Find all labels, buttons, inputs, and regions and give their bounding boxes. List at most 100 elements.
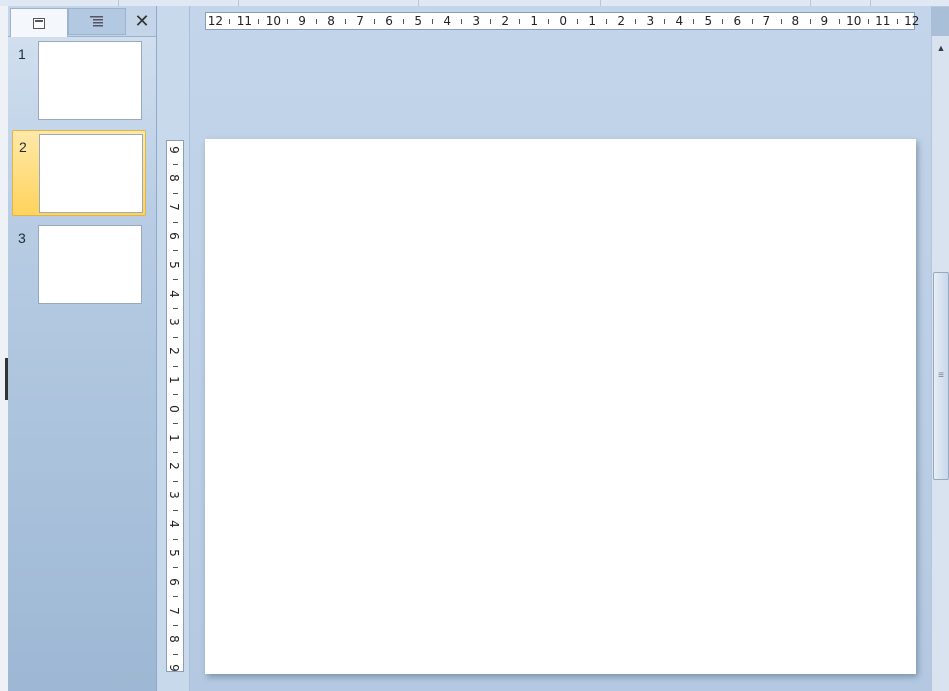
ruler-tick <box>577 19 579 24</box>
ruler-tick <box>173 336 178 338</box>
scroll-up-button[interactable]: ▲ <box>932 40 949 56</box>
ruler-label: 6 <box>385 14 393 28</box>
ruler-label: 11 <box>236 14 252 28</box>
ruler-tick <box>229 19 231 24</box>
ruler-label: 8 <box>166 174 181 183</box>
ruler-label: 8 <box>166 635 181 644</box>
ruler-tick <box>809 19 811 24</box>
ruler-tick <box>173 221 178 223</box>
scrollbar-thumb[interactable]: ≡ <box>933 272 949 480</box>
ruler-label: 3 <box>646 14 655 28</box>
pane-tab-bar: ✕ <box>8 6 156 37</box>
ruler-tick <box>173 279 178 281</box>
ruler-label: 2 <box>166 462 181 471</box>
ruler-label: 7 <box>166 203 181 212</box>
slide-number: 2 <box>19 139 27 155</box>
ruler-label: 5 <box>166 261 181 269</box>
ruler-tick <box>432 19 434 24</box>
ruler-tick <box>173 192 178 194</box>
ruler-label: 8 <box>791 14 800 28</box>
ruler-tick <box>173 308 178 310</box>
ruler-label: 0 <box>559 14 568 28</box>
ruler-tick <box>635 19 637 24</box>
ruler-tick <box>173 596 178 598</box>
ruler-label: 9 <box>298 14 306 28</box>
ruler-tick <box>490 19 492 24</box>
ruler-tick <box>693 19 695 24</box>
slide-thumbnail-3[interactable]: 3 <box>12 222 146 308</box>
triangle-up-icon: ▲ <box>936 43 946 53</box>
ruler-tick <box>548 19 550 24</box>
close-icon: ✕ <box>134 11 150 31</box>
slide-canvas[interactable] <box>205 139 916 674</box>
ruler-tick <box>173 624 178 626</box>
left-window-edge <box>0 6 8 691</box>
ruler-label: 9 <box>166 664 181 672</box>
ruler-label: 7 <box>762 14 771 28</box>
ruler-label: 4 <box>166 520 181 528</box>
ruler-tick <box>287 19 289 24</box>
ruler-label: 10 <box>265 14 282 28</box>
ruler-label: 1 <box>588 14 597 28</box>
ruler-label: 5 <box>414 14 422 28</box>
ruler-tick <box>722 19 724 24</box>
slide-editing-area: 12 11 10 9 8 7 6 5 4 3 2 1 0 1 2 3 4 5 6 7 8 9 10 11 12 98765432… <box>157 6 931 691</box>
slide-preview <box>38 225 142 304</box>
vertical-ruler[interactable]: 9 8 7 6 5 4 3 2 1 0 1 2 3 4 5 6 7 8 9 <box>166 140 184 672</box>
ruler-tick <box>173 365 178 367</box>
ruler-tick <box>780 19 782 24</box>
ruler-label: 9 <box>166 145 181 154</box>
ruler-label: 6 <box>166 577 181 586</box>
ruler-label: 0 <box>166 405 181 413</box>
slide-thumbnail-1[interactable]: 1 <box>12 38 146 124</box>
slide-preview <box>39 134 143 213</box>
ruler-tick <box>173 509 178 511</box>
slide-thumbnail-2[interactable]: 2 <box>12 130 146 216</box>
ruler-tick <box>519 19 521 24</box>
ruler-tick <box>173 394 178 396</box>
ruler-label: 11 <box>875 14 891 28</box>
ruler-tick <box>403 19 405 24</box>
tab-slides[interactable] <box>10 8 68 37</box>
tab-outline[interactable] <box>68 8 126 35</box>
ruler-tick <box>173 164 178 166</box>
ruler-label: 3 <box>166 318 181 327</box>
ruler-tick <box>461 19 463 24</box>
ruler-tick <box>258 19 260 24</box>
slide-thumbnails-pane: ✕ 1 2 3 <box>8 6 157 691</box>
ruler-label: 2 <box>617 14 626 28</box>
ruler-tick <box>664 19 666 24</box>
ruler-label: 6 <box>166 232 181 240</box>
grip-icon: ≡ <box>938 370 944 381</box>
ruler-tick <box>173 653 178 655</box>
ruler-label: 5 <box>704 14 713 28</box>
ruler-tick <box>896 19 898 24</box>
ruler-label: 9 <box>820 14 829 28</box>
ruler-label: 10 <box>846 14 862 28</box>
slide-number: 3 <box>18 230 26 246</box>
ruler-label: 2 <box>166 347 181 356</box>
ruler-label: 2 <box>501 14 509 28</box>
ruler-tick <box>345 19 347 24</box>
ruler-tick <box>316 19 318 24</box>
ruler-label: 7 <box>166 606 181 615</box>
ruler-label: 12 <box>904 14 920 28</box>
ruler-tick <box>173 480 178 482</box>
ruler-label: 3 <box>166 491 181 500</box>
ruler-tick <box>173 567 178 569</box>
ruler-label: 4 <box>166 289 181 298</box>
outline-tab-icon <box>90 16 103 27</box>
slide-preview <box>38 41 142 120</box>
horizontal-ruler[interactable]: 12 11 10 9 8 7 6 5 4 3 2 1 0 1 2 3 4 5 6 7 8 9 10 11 12 <box>205 12 919 30</box>
ruler-label: 1 <box>530 14 539 28</box>
ruler-tick <box>374 19 376 24</box>
vertical-scrollbar[interactable]: ▲ ≡ <box>931 36 949 691</box>
ruler-label: 5 <box>166 549 181 557</box>
slide-tab-icon <box>33 17 45 29</box>
close-pane-button[interactable]: ✕ <box>130 8 154 35</box>
ruler-label: 8 <box>327 14 335 28</box>
ruler-tick <box>606 19 608 24</box>
ruler-tick <box>173 538 178 540</box>
ruler-label: 12 <box>207 14 223 28</box>
ruler-label: 7 <box>356 14 364 28</box>
